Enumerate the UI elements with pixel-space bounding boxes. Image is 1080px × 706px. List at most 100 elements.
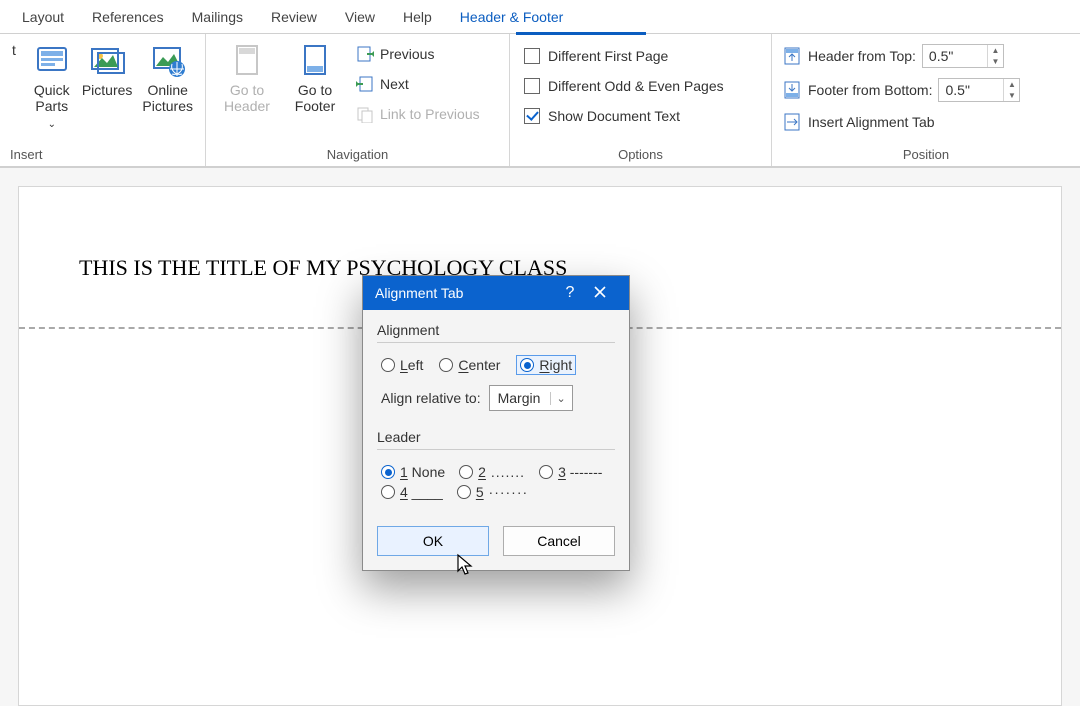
radio-label: 4 ____ [400, 484, 443, 500]
cancel-button[interactable]: Cancel [503, 526, 615, 556]
header-from-top-icon [782, 46, 802, 66]
align-relative-dropdown[interactable]: Margin ⌄ [489, 385, 573, 411]
partial-button-left[interactable]: t [10, 38, 24, 62]
goto-header-label: Go to Header [218, 82, 276, 114]
group-navigation: Go to Header Go to Footer Previous Next … [206, 34, 510, 166]
checkbox-different-first[interactable]: Different First Page [520, 44, 672, 68]
alignment-section-label: Alignment [377, 322, 615, 338]
previous-button[interactable]: Previous [352, 42, 484, 66]
header-from-top-label: Header from Top: [808, 48, 916, 64]
header-from-top-spinner[interactable]: 0.5" ▲▼ [922, 44, 1004, 68]
radio-circle [439, 358, 453, 372]
chevron-down-icon: ⌄ [48, 119, 56, 130]
spinner-arrows[interactable]: ▲▼ [1003, 79, 1019, 101]
radio-leader-5-middots[interactable]: 5 ······· [457, 484, 528, 500]
group-options-label: Options [520, 147, 761, 164]
spinner-arrows[interactable]: ▲▼ [987, 45, 1003, 67]
dialog-titlebar[interactable]: Alignment Tab ? [363, 276, 629, 310]
group-options: Different First Page Different Odd & Eve… [510, 34, 772, 166]
checkbox-box [524, 108, 540, 124]
goto-header-button: Go to Header [216, 38, 278, 118]
goto-footer-button[interactable]: Go to Footer [284, 38, 346, 118]
checkbox-show-document-text[interactable]: Show Document Text [520, 104, 684, 128]
spinner-up-icon[interactable]: ▲ [988, 45, 1003, 56]
radio-leader-3-dashes[interactable]: 3 ------- [539, 464, 602, 480]
radio-leader-1-none[interactable]: 1 None [381, 464, 445, 480]
next-label: Next [380, 76, 409, 92]
goto-header-icon [229, 42, 265, 78]
tab-mailings[interactable]: Mailings [178, 3, 257, 31]
group-position: Header from Top: 0.5" ▲▼ Footer from Bot… [772, 34, 1080, 166]
ok-button[interactable]: OK [377, 526, 489, 556]
group-position-label: Position [782, 147, 1070, 164]
group-navigation-label: Navigation [216, 147, 499, 164]
radio-align-right[interactable]: Right [516, 355, 576, 375]
pictures-label: Pictures [82, 82, 133, 98]
radio-leader-2-dots[interactable]: 2 ....... [459, 464, 525, 480]
link-to-previous-icon [356, 105, 374, 123]
link-to-previous-button: Link to Previous [352, 102, 484, 126]
dialog-title: Alignment Tab [375, 285, 463, 301]
spinner-value: 0.5" [923, 48, 987, 64]
radio-circle [520, 358, 534, 372]
radio-label: Center [458, 357, 500, 373]
spinner-down-icon[interactable]: ▼ [988, 56, 1003, 67]
align-relative-label: Align relative to: [381, 390, 481, 406]
footer-from-bottom-icon [782, 80, 802, 100]
group-insert: t Quick Parts ⌄ Pictures Online Pictures… [0, 34, 206, 166]
pictures-button[interactable]: Pictures [80, 38, 135, 102]
pictures-icon [89, 42, 125, 78]
ribbon-tabs: Layout References Mailings Review View H… [0, 0, 1080, 34]
previous-icon [356, 45, 374, 63]
tab-review[interactable]: Review [257, 3, 331, 31]
tab-view[interactable]: View [331, 3, 389, 31]
leader-section-label: Leader [377, 429, 615, 445]
next-button[interactable]: Next [352, 72, 484, 96]
dialog-close-button[interactable] [583, 285, 617, 302]
spinner-up-icon[interactable]: ▲ [1004, 79, 1019, 90]
footer-from-bottom-spinner[interactable]: 0.5" ▲▼ [938, 78, 1020, 102]
insert-alignment-tab-button[interactable]: Insert Alignment Tab [782, 110, 935, 134]
online-pictures-label: Online Pictures [142, 82, 193, 114]
tab-layout[interactable]: Layout [8, 3, 78, 31]
dialog-help-button[interactable]: ? [557, 284, 583, 302]
next-icon [356, 75, 374, 93]
online-pictures-icon [150, 42, 186, 78]
dropdown-value: Margin [490, 390, 550, 406]
radio-label: 1 None [400, 464, 445, 480]
alignment-tab-dialog: Alignment Tab ? Alignment Left Center Ri… [362, 275, 630, 571]
checkbox-label: Different First Page [548, 48, 668, 64]
chevron-down-icon: ⌄ [550, 392, 572, 405]
radio-align-left[interactable]: Left [381, 357, 423, 373]
tab-references[interactable]: References [78, 3, 178, 31]
radio-align-center[interactable]: Center [439, 357, 500, 373]
previous-label: Previous [380, 46, 434, 62]
radio-circle [459, 465, 473, 479]
active-tab-underline [516, 32, 646, 35]
quick-parts-icon [34, 42, 70, 78]
ribbon: t Quick Parts ⌄ Pictures Online Pictures… [0, 34, 1080, 168]
goto-footer-icon [297, 42, 333, 78]
footer-from-bottom-label: Footer from Bottom: [808, 82, 932, 98]
spinner-down-icon[interactable]: ▼ [1004, 90, 1019, 101]
online-pictures-button[interactable]: Online Pictures [140, 38, 195, 118]
goto-footer-label: Go to Footer [286, 82, 344, 114]
insert-alignment-tab-label: Insert Alignment Tab [808, 114, 935, 130]
checkbox-label: Show Document Text [548, 108, 680, 124]
checkbox-box [524, 78, 540, 94]
mouse-cursor-icon [456, 553, 476, 577]
tab-help[interactable]: Help [389, 3, 446, 31]
radio-label: 5 ······· [476, 484, 528, 500]
tab-header-footer[interactable]: Header & Footer [446, 3, 578, 31]
checkbox-different-odd-even[interactable]: Different Odd & Even Pages [520, 74, 728, 98]
radio-label: 2 ....... [478, 464, 525, 480]
radio-circle [381, 358, 395, 372]
radio-circle [381, 465, 395, 479]
radio-label: Right [539, 357, 572, 373]
radio-leader-4-underline[interactable]: 4 ____ [381, 484, 443, 500]
radio-circle [539, 465, 553, 479]
radio-label: Left [400, 357, 423, 373]
quick-parts-label: Quick Parts [34, 82, 70, 114]
alignment-tab-icon [782, 112, 802, 132]
quick-parts-button[interactable]: Quick Parts ⌄ [30, 38, 74, 137]
